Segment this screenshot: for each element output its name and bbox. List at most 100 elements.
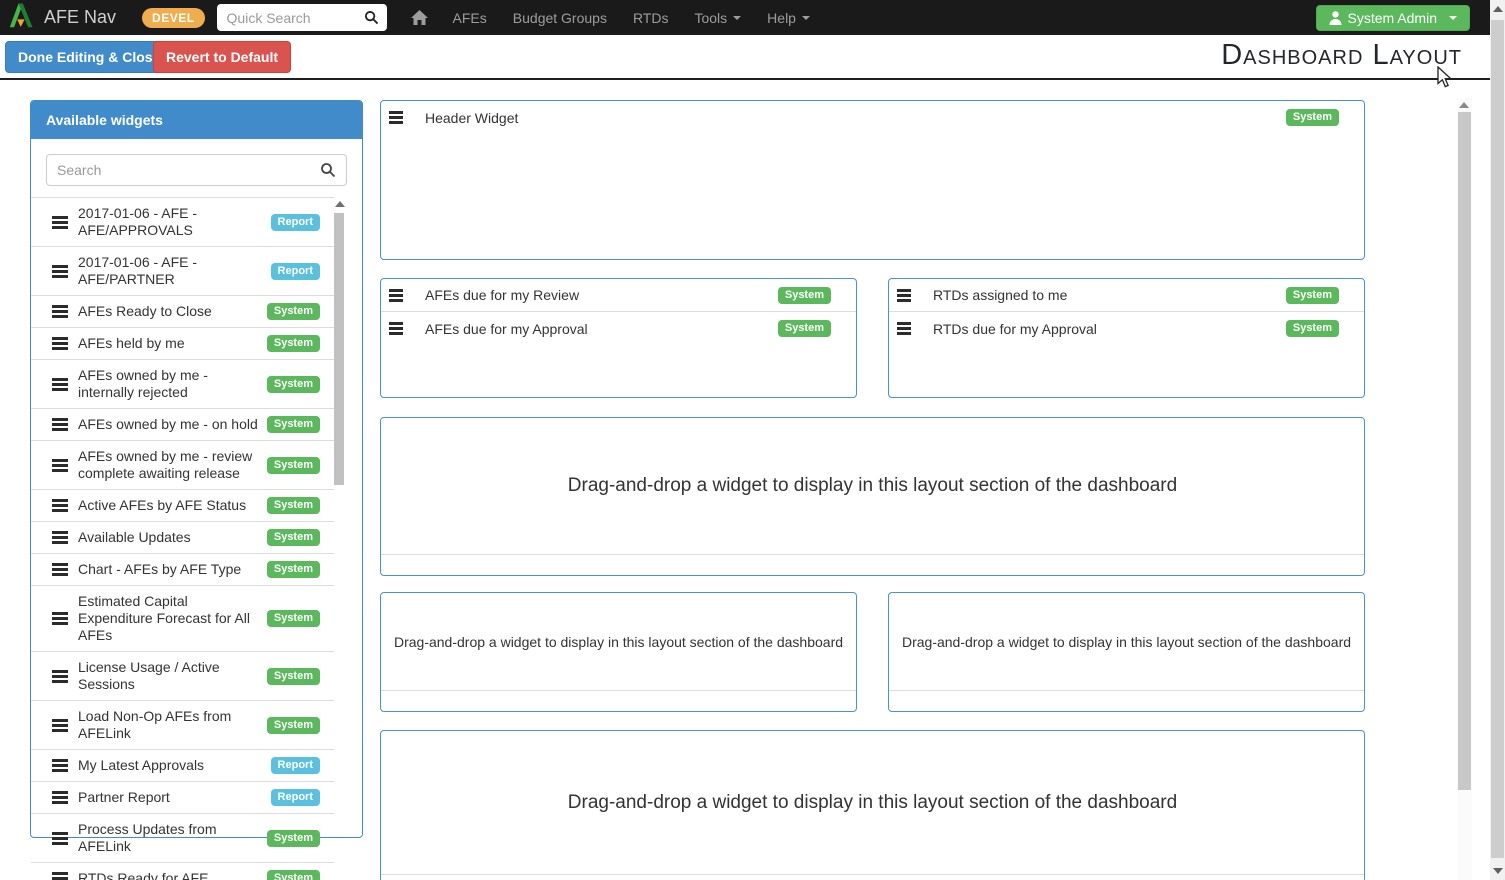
- widget-label: AFEs owned by me - on hold: [78, 416, 267, 433]
- magnifier-icon[interactable]: [364, 10, 379, 25]
- nav-item-label: Budget Groups: [513, 10, 607, 26]
- widget-search-box[interactable]: [46, 154, 347, 186]
- widget-label: AFEs owned by me - internally rejected: [78, 367, 267, 401]
- widget-label: Partner Report: [78, 789, 271, 806]
- widget-list-item[interactable]: Process Updates from AFELink System: [31, 813, 334, 862]
- nav-item-budget-groups[interactable]: Budget Groups: [500, 10, 620, 26]
- widget-label: AFEs held by me: [78, 335, 267, 352]
- drop-zone-footer: [889, 690, 1364, 711]
- quick-search-input[interactable]: [227, 10, 364, 26]
- placed-widget-row[interactable]: AFEs due for my Review System: [381, 279, 856, 312]
- drag-handle-icon[interactable]: [52, 499, 68, 512]
- placed-widget-row[interactable]: RTDs due for my Approval System: [889, 312, 1364, 345]
- scrollbar-thumb[interactable]: [1491, 20, 1504, 858]
- scroll-up-icon[interactable]: [335, 201, 345, 207]
- drag-handle-icon[interactable]: [52, 337, 68, 350]
- drag-handle-icon[interactable]: [52, 305, 68, 318]
- empty-drop-zone-right[interactable]: Drag-and-drop a widget to display in thi…: [888, 592, 1365, 712]
- drag-handle-icon[interactable]: [52, 670, 68, 683]
- widget-label: RTDs Ready for AFE: [78, 870, 267, 880]
- widget-type-badge: System: [267, 376, 320, 393]
- nav-item-tools[interactable]: Tools: [681, 10, 754, 26]
- widget-list-item[interactable]: Chart - AFEs by AFE Type System: [31, 553, 334, 585]
- done-editing-button[interactable]: Done Editing & Close: [5, 41, 173, 73]
- drag-handle-icon[interactable]: [389, 322, 403, 335]
- placed-widget-row[interactable]: RTDs assigned to me System: [889, 279, 1364, 312]
- widget-search-input[interactable]: [57, 162, 320, 178]
- widget-label: 2017-01-06 - AFE - AFE/PARTNER: [78, 254, 271, 288]
- drag-handle-icon[interactable]: [52, 418, 68, 431]
- available-widgets-panel: Available widgets 2017-01-06 - AFE - AFE…: [30, 100, 363, 838]
- person-icon: [1329, 11, 1342, 25]
- widget-list-item[interactable]: Estimated Capital Expenditure Forecast f…: [31, 585, 334, 651]
- widget-list: 2017-01-06 - AFE - AFE/APPROVALS Report …: [31, 197, 334, 880]
- placed-widget-row[interactable]: Header Widget System: [381, 101, 1364, 134]
- widget-type-badge: System: [267, 717, 320, 734]
- afe-nav-logo-icon: [8, 1, 36, 34]
- widget-label: Estimated Capital Expenditure Forecast f…: [78, 593, 267, 644]
- drag-handle-icon[interactable]: [52, 759, 68, 772]
- drag-handle-icon[interactable]: [389, 289, 403, 302]
- user-menu-button[interactable]: System Admin: [1316, 5, 1470, 31]
- empty-drop-zone-bottom[interactable]: Drag-and-drop a widget to display in thi…: [380, 730, 1365, 880]
- drag-handle-icon[interactable]: [52, 612, 68, 625]
- widget-list-item[interactable]: Partner Report Report: [31, 781, 334, 813]
- brand-name[interactable]: AFE Nav: [44, 7, 116, 28]
- widget-list-item[interactable]: Active AFEs by AFE Status System: [31, 489, 334, 521]
- drop-zone-footer: [381, 874, 1364, 880]
- drag-handle-icon[interactable]: [52, 459, 68, 472]
- dashboard-scrollbar[interactable]: [1457, 98, 1472, 880]
- main-nav: AFEs Budget Groups RTDs Tools Help: [440, 10, 823, 26]
- widget-list-item[interactable]: AFEs owned by me - internally rejected S…: [31, 359, 334, 408]
- drag-handle-icon[interactable]: [52, 563, 68, 576]
- empty-drop-zone-left[interactable]: Drag-and-drop a widget to display in thi…: [380, 592, 857, 712]
- widget-list-scrollbar[interactable]: [333, 197, 345, 880]
- drag-handle-icon[interactable]: [52, 378, 68, 391]
- widget-list-item[interactable]: 2017-01-06 - AFE - AFE/PARTNER Report: [31, 246, 334, 295]
- widget-type-badge: System: [267, 303, 320, 320]
- caret-down-icon: [802, 16, 810, 20]
- drag-handle-icon[interactable]: [897, 289, 911, 302]
- layout-section-left[interactable]: AFEs due for my Review System AFEs due f…: [380, 278, 857, 398]
- widget-list-item[interactable]: AFEs owned by me - on hold System: [31, 408, 334, 440]
- empty-drop-zone-middle[interactable]: Drag-and-drop a widget to display in thi…: [380, 417, 1365, 576]
- scroll-up-icon[interactable]: [1459, 102, 1469, 108]
- scroll-up-icon[interactable]: [1493, 6, 1503, 12]
- drag-handle-icon[interactable]: [897, 322, 911, 335]
- top-navbar: AFE Nav DEVEL AFEs Budget Groups RTDs To…: [0, 0, 1490, 35]
- widget-list-item[interactable]: Load Non-Op AFEs from AFELink System: [31, 700, 334, 749]
- drag-handle-icon[interactable]: [52, 832, 68, 845]
- layout-section-header[interactable]: Header Widget System: [380, 100, 1365, 260]
- scroll-down-icon[interactable]: [1493, 868, 1503, 874]
- nav-item-rtds[interactable]: RTDs: [620, 10, 682, 26]
- drag-handle-icon[interactable]: [52, 265, 68, 278]
- widget-list-item[interactable]: Available Updates System: [31, 521, 334, 553]
- quick-search-box[interactable]: [217, 4, 387, 31]
- page-scrollbar[interactable]: [1490, 0, 1505, 880]
- edit-toolbar: Done Editing & Close Revert to Default D…: [0, 35, 1490, 80]
- drag-handle-icon[interactable]: [52, 216, 68, 229]
- widget-type-badge: System: [267, 610, 320, 627]
- widget-list-item[interactable]: AFEs Ready to Close System: [31, 295, 334, 327]
- widget-list-item[interactable]: RTDs Ready for AFE System: [31, 862, 334, 880]
- nav-item-afes[interactable]: AFEs: [440, 10, 500, 26]
- widget-list-item[interactable]: AFEs owned by me - review complete await…: [31, 440, 334, 489]
- placed-widget-row[interactable]: AFEs due for my Approval System: [381, 312, 856, 345]
- widget-type-badge: System: [1286, 287, 1339, 304]
- widget-list-item[interactable]: AFEs held by me System: [31, 327, 334, 359]
- widget-list-item[interactable]: My Latest Approvals Report: [31, 749, 334, 781]
- drag-handle-icon[interactable]: [389, 111, 403, 124]
- drag-handle-icon[interactable]: [52, 531, 68, 544]
- widget-list-item[interactable]: 2017-01-06 - AFE - AFE/APPROVALS Report: [31, 197, 334, 246]
- home-nav-button[interactable]: [411, 10, 428, 26]
- user-menu-label: System Admin: [1348, 10, 1437, 26]
- drag-handle-icon[interactable]: [52, 791, 68, 804]
- scrollbar-thumb[interactable]: [334, 213, 344, 485]
- drag-handle-icon[interactable]: [52, 872, 68, 880]
- widget-list-item[interactable]: License Usage / Active Sessions System: [31, 651, 334, 700]
- nav-item-help[interactable]: Help: [754, 10, 823, 26]
- drag-handle-icon[interactable]: [52, 719, 68, 732]
- scrollbar-thumb[interactable]: [1458, 112, 1471, 790]
- revert-default-button[interactable]: Revert to Default: [153, 41, 291, 73]
- layout-section-right[interactable]: RTDs assigned to me System RTDs due for …: [888, 278, 1365, 398]
